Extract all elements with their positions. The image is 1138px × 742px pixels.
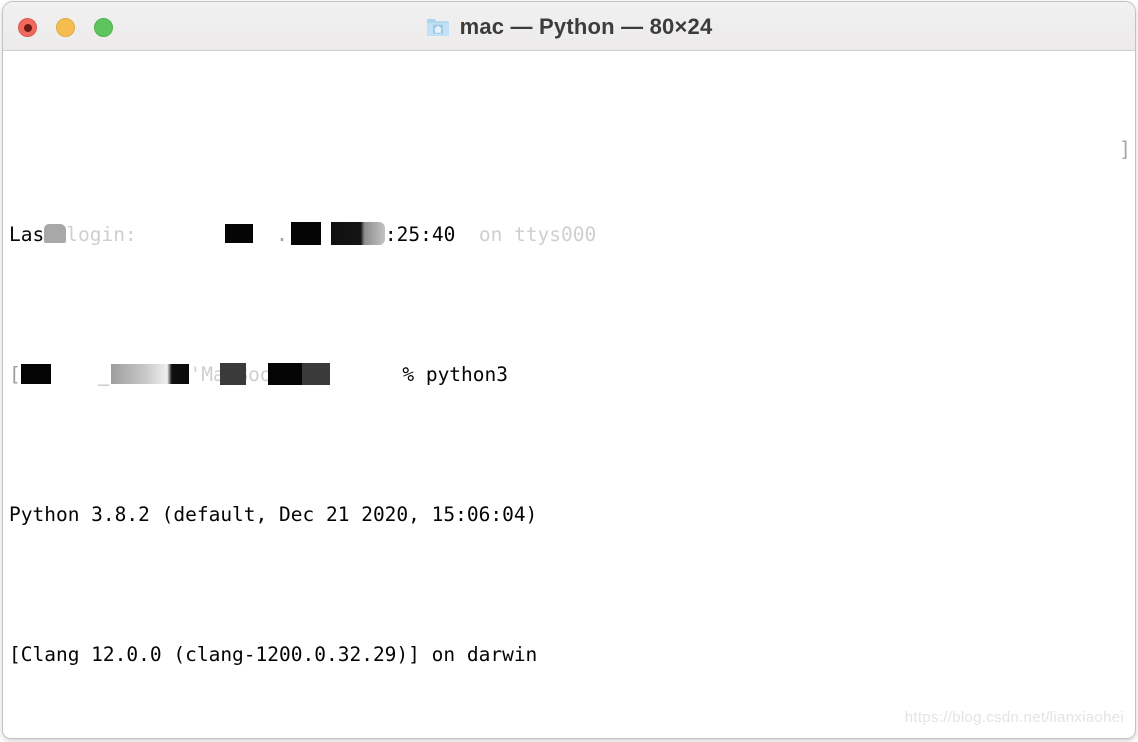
redaction-block: [20, 363, 51, 384]
line1-ghost-text: login:: [66, 223, 137, 246]
redaction-block: [268, 362, 303, 385]
watermark-text: https://blog.csdn.net/lianxiaohei: [904, 709, 1124, 726]
zoom-button[interactable]: [94, 18, 113, 37]
line2-suffix: % python3: [402, 363, 509, 386]
line1-prefix: Las: [9, 223, 45, 246]
window-title: mac — Python — 80×24: [459, 13, 713, 39]
redaction-block: [330, 222, 385, 245]
line1-ghost-tail: on ttys000: [455, 223, 597, 246]
line1-time: :25:40: [384, 223, 456, 246]
redaction-block: [44, 224, 67, 243]
terminal-window: mac — Python — 80×24 Las login: . :25:40 o…: [2, 1, 1136, 739]
home-folder-icon: [426, 18, 449, 36]
line-wrap-marker: ]: [1118, 137, 1131, 161]
terminal-line-python-version: Python 3.8.2 (default, Dec 21 2020, 15:0…: [9, 503, 538, 526]
minimize-button[interactable]: [56, 18, 75, 37]
redaction-block: [302, 362, 331, 385]
screenshot-root: mac — Python — 80×24 Las login: . :25:40 o…: [0, 0, 1138, 742]
redaction-block: [224, 224, 253, 243]
window-controls: [18, 18, 113, 37]
terminal-output: Las login: . :25:40 on ttys000 [ _ 'MacBook…: [9, 109, 831, 738]
close-button[interactable]: [18, 18, 37, 37]
redaction-block: [220, 362, 247, 385]
line2-underscore: _: [50, 363, 110, 386]
window-titlebar[interactable]: mac — Python — 80×24: [3, 2, 1135, 51]
redaction-block: [290, 222, 321, 245]
redaction-block: [111, 363, 190, 384]
terminal-body[interactable]: Las login: . :25:40 on ttys000 [ _ 'MacBook…: [3, 51, 1135, 738]
line1-dot: .: [252, 223, 288, 246]
terminal-line-last-login: Las login: . :25:40 on ttys000: [9, 221, 831, 249]
window-title-group: mac — Python — 80×24: [3, 2, 1135, 51]
terminal-line-prompt-shell: [ _ 'MacBook-Pro% python3: [9, 361, 831, 389]
terminal-line-clang-version: [Clang 12.0.0 (clang-1200.0.32.29)] on d…: [9, 643, 538, 666]
line2-bracket: [: [9, 363, 21, 386]
